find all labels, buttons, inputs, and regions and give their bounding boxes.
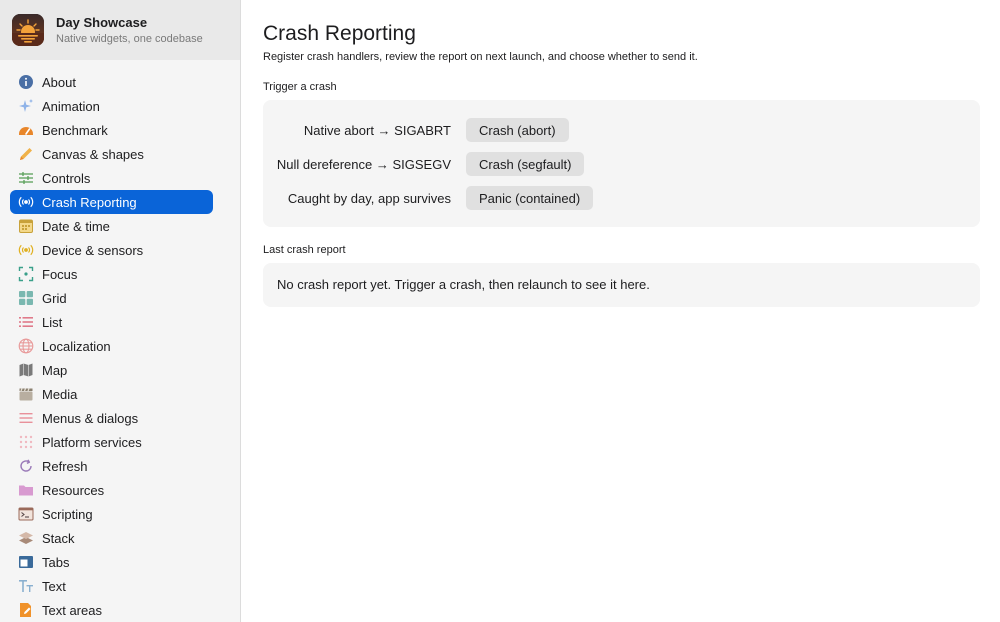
sidebar-item-label: Focus [42,266,78,282]
app-subtitle: Native widgets, one codebase [56,32,203,45]
main-content: Crash Reporting Register crash handlers,… [263,0,980,307]
dots-grid-icon [18,434,34,450]
sensor-icon [18,242,34,258]
sidebar-item-canvas[interactable]: Canvas & shapes [10,142,213,166]
crash-report-card: No crash report yet. Trigger a crash, th… [263,263,980,307]
sidebar-item-label: Refresh [42,458,88,474]
crash-row: Native abort → SIGABRT Crash (abort) [263,113,980,147]
page-description: Register crash handlers, review the repo… [263,51,698,63]
sidebar-item-label: Text areas [42,602,102,618]
sidebar-item-label: Scripting [42,506,93,522]
sidebar-item-label: Resources [42,482,105,498]
menu-icon [18,410,34,426]
sidebar-item-label: Animation [42,98,100,114]
sidebar-item-label: Controls [42,170,91,186]
sidebar-item-list[interactable]: List [10,310,213,334]
app-header: Day Showcase Native widgets, one codebas… [0,0,240,60]
crash-row-label: Native abort → SIGABRT [303,122,451,138]
folder-icon [18,482,34,498]
sidebar-item-label: List [42,314,63,330]
report-section-label: Last crash report [263,244,346,256]
app-logo-icon [12,14,44,46]
crash-segfault-button[interactable]: Crash (segfault) [466,152,585,176]
crash-row: Caught by day, app survives Panic (conta… [263,181,980,215]
sidebar-item-label: Grid [42,290,67,306]
trigger-section-label: Trigger a crash [263,81,337,93]
sidebar-item-label: Stack [42,530,75,546]
globe-icon [18,338,34,354]
panic-contained-button[interactable]: Panic (contained) [466,186,594,210]
sidebar: Day Showcase Native widgets, one codebas… [0,0,241,622]
sidebar-item-label: About [42,74,76,90]
sidebar-item-menus-dialogs[interactable]: Menus & dialogs [10,406,213,430]
text-icon [18,578,34,594]
sidebar-nav: About Animation Benchmark Canvas & shape… [0,60,240,622]
sidebar-item-label: Map [42,362,68,378]
sidebar-item-animation[interactable]: Animation [10,94,213,118]
sidebar-item-label: Menus & dialogs [42,410,139,426]
sidebar-item-scripting[interactable]: Scripting [10,502,213,526]
sidebar-item-controls[interactable]: Controls [10,166,213,190]
calendar-icon [18,218,34,234]
refresh-icon [18,458,34,474]
speedometer-icon [18,122,34,138]
sidebar-item-label: Crash Reporting [42,194,137,210]
crash-report-text: No crash report yet. Trigger a crash, th… [277,277,650,292]
sidebar-item-text-areas[interactable]: Text areas [10,598,213,622]
document-edit-icon [18,602,34,618]
sidebar-item-label: Canvas & shapes [42,146,144,162]
sidebar-item-map[interactable]: Map [10,358,213,382]
tabs-icon [18,554,34,570]
sliders-icon [18,170,34,186]
crash-row-label: Null dereference → SIGSEGV [276,156,451,172]
grid-icon [18,290,34,306]
focus-icon [18,266,34,282]
sidebar-item-localization[interactable]: Localization [10,334,213,358]
sidebar-item-label: Media [42,386,78,402]
sidebar-item-benchmark[interactable]: Benchmark [10,118,213,142]
sidebar-item-platform-services[interactable]: Platform services [10,430,213,454]
crash-abort-button[interactable]: Crash (abort) [466,118,569,142]
app-title: Day Showcase [56,14,148,30]
sidebar-item-media[interactable]: Media [10,382,213,406]
sidebar-item-label: Date & time [42,218,110,234]
layers-icon [18,530,34,546]
sidebar-item-crash-reporting[interactable]: Crash Reporting [10,190,213,214]
sidebar-item-refresh[interactable]: Refresh [10,454,213,478]
sidebar-item-text[interactable]: Text [10,574,213,598]
sidebar-item-resources[interactable]: Resources [10,478,213,502]
sidebar-item-focus[interactable]: Focus [10,262,213,286]
sidebar-item-label: Tabs [42,554,70,570]
sidebar-item-about[interactable]: About [10,70,213,94]
sidebar-item-device-sensors[interactable]: Device & sensors [10,238,213,262]
sidebar-item-grid[interactable]: Grid [10,286,213,310]
sidebar-item-label: Platform services [42,434,142,450]
crash-row-label: Caught by day, app survives [287,190,451,206]
sidebar-item-stack[interactable]: Stack [10,526,213,550]
sidebar-item-label: Device & sensors [42,242,144,258]
pencil-icon [18,146,34,162]
info-icon [18,74,34,90]
sidebar-item-date-time[interactable]: Date & time [10,214,213,238]
map-icon [18,362,34,378]
clapperboard-icon [18,386,34,402]
broadcast-icon [18,194,34,210]
sidebar-item-label: Localization [42,338,111,354]
sparkles-icon [18,98,34,114]
sidebar-item-tabs[interactable]: Tabs [10,550,213,574]
terminal-icon [18,506,34,522]
list-icon [18,314,34,330]
page-title: Crash Reporting [263,22,416,45]
sidebar-item-label: Benchmark [42,122,108,138]
trigger-crash-card: Native abort → SIGABRT Crash (abort) Nul… [263,100,980,227]
crash-row: Null dereference → SIGSEGV Crash (segfau… [263,147,980,181]
sidebar-item-label: Text [42,578,66,594]
